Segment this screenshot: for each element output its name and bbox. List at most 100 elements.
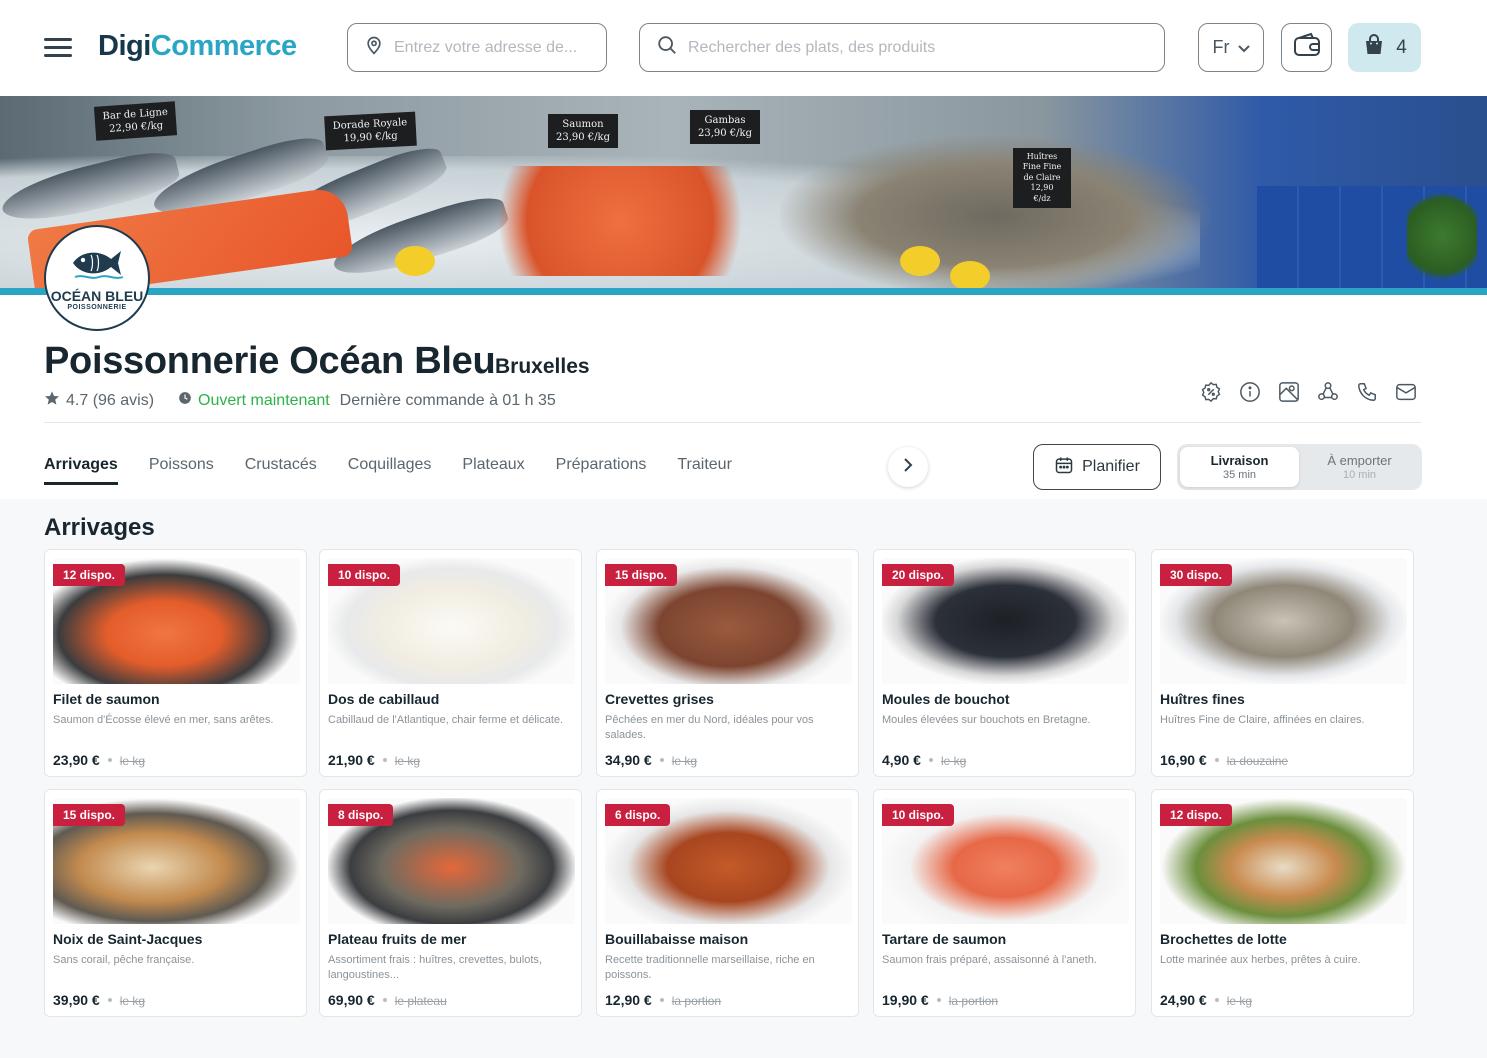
product-price: 16,90 € [1160,752,1207,768]
product-name[interactable]: Tartare de saumon [882,931,1006,947]
product-price: 23,90 € [53,752,100,768]
product-name[interactable]: Crevettes grises [605,691,714,707]
product-card-plateau-fruits-de-mer[interactable]: 8 dispo. Plateau fruits de mer Assortiment… [319,789,582,1017]
price-unit: la douzaine [1226,754,1289,768]
tab-coquillages[interactable]: Coquillages [348,456,432,485]
price-unit: le kg [671,754,698,768]
product-name[interactable]: Brochettes de lotte [1160,931,1287,947]
address-field[interactable] [347,23,607,72]
tab-preparations[interactable]: Préparations [556,456,647,485]
separator-dot [659,998,664,1003]
tab-traiteur[interactable]: Traiteur [677,456,732,485]
price-unit: le kg [394,754,421,768]
search-input[interactable] [688,38,1164,57]
stock-badge: 20 dispo. [882,564,955,586]
product-price-row: 69,90 € le plateau [328,992,447,1008]
product-name[interactable]: Filet de saumon [53,691,160,707]
pickup-time: 10 min [1342,469,1377,481]
tabs-next-button[interactable] [888,447,928,487]
product-price: 19,90 € [882,992,929,1008]
product-card-filet-de-saumon[interactable]: 12 dispo. Filet de saumon Saumon d'Écosse … [44,549,307,777]
product-card-moules-de-bouchot[interactable]: 20 dispo. Moules de bouchot Moules élevées… [873,549,1136,777]
calendar-icon [1054,455,1074,480]
separator-dot [1214,758,1219,763]
schedule-label: Planifier [1082,458,1140,475]
stock-badge: 8 dispo. [328,804,394,826]
menu-icon[interactable] [44,38,72,58]
shrimp-image [460,166,780,276]
product-price-row: 12,90 € la portion [605,992,721,1008]
product-name[interactable]: Dos de cabillaud [328,691,439,707]
product-name[interactable]: Moules de bouchot [882,691,1010,707]
language-selector[interactable]: Fr [1198,23,1264,72]
fish-logo-icon [69,245,125,286]
product-price: 39,90 € [53,992,100,1008]
product-price: 69,90 € [328,992,375,1008]
product-name[interactable]: Noix de Saint-Jacques [53,931,202,947]
phone-icon[interactable] [1356,381,1378,403]
delivery-time: 35 min [1222,469,1257,481]
product-price-row: 21,90 € le kg [328,752,420,768]
price-tag: Huîtres Fine Fine de Claire 12,90 €/dz [1013,148,1071,208]
section-title: Arrivages [44,514,155,541]
product-price-row: 19,90 € la portion [882,992,998,1008]
product-card-dos-de-cabillaud[interactable]: 10 dispo. Dos de cabillaud Cabillaud de l'… [319,549,582,777]
product-price: 24,90 € [1160,992,1207,1008]
tab-plateaux[interactable]: Plateaux [462,456,524,485]
product-card-huitres-fines[interactable]: 30 dispo. Huîtres fines Huîtres Fine de Cl… [1151,549,1414,777]
product-card-brochettes-de-lotte[interactable]: 12 dispo. Brochettes de lotte Lotte mariné… [1151,789,1414,1017]
lemon-image [950,261,990,291]
product-price-row: 16,90 € la douzaine [1160,752,1288,768]
banner-accent-line [0,288,1487,295]
lemon-image [395,246,435,276]
separator-dot [382,998,387,1003]
price-tag: Gambas 23,90 €/kg [690,110,760,144]
product-price: 12,90 € [605,992,652,1008]
open-status: Ouvert maintenant [198,391,330,409]
brand-subtitle: POISSONNERIE [67,304,127,311]
rating[interactable]: 4.7 (96 avis) [66,392,154,410]
price-unit: le kg [940,754,967,768]
shop-meta: 4.7 (96 avis) Ouvert maintenant Dernière… [44,390,556,411]
delivery-label: Livraison [1210,453,1269,468]
map-icon[interactable] [1278,381,1300,403]
lemon-image [900,246,940,276]
share-icon[interactable] [1317,381,1339,403]
shop-logo: OCÉAN BLEU POISSONNERIE [44,225,150,331]
product-card-noix-de-saint-jacques[interactable]: 15 dispo. Noix de Saint-Jacques Sans corai… [44,789,307,1017]
discount-badge-icon[interactable] [1200,381,1222,403]
logo[interactable]: DigiCommerce [98,30,297,63]
shop-info-panel: Poissonnerie Océan Bleu Bruxelles 4.7 (9… [0,295,1487,499]
tab-poissons[interactable]: Poissons [149,456,214,485]
delivery-option[interactable]: Livraison 35 min [1180,447,1299,487]
tab-crustaces[interactable]: Crustacés [245,456,317,485]
address-input[interactable] [394,38,606,57]
product-card-crevettes-grises[interactable]: 15 dispo. Crevettes grises Pêchées en mer … [596,549,859,777]
product-card-bouillabaisse-maison[interactable]: 6 dispo. Bouillabaisse maison Recette trad… [596,789,859,1017]
language-label: Fr [1212,37,1230,57]
wallet-button[interactable] [1281,23,1332,72]
shopping-bag-icon [1362,33,1386,63]
logo-text-digi: Digi [98,30,151,62]
product-name[interactable]: Bouillabaisse maison [605,931,748,947]
cart-button[interactable]: 4 [1348,23,1421,72]
product-description: Sans corail, pêche française. [53,954,195,966]
product-name[interactable]: Huîtres fines [1160,691,1245,707]
search-field[interactable] [639,23,1165,72]
product-name[interactable]: Plateau fruits de mer [328,931,467,947]
schedule-button[interactable]: Planifier [1033,444,1161,490]
stock-badge: 30 dispo. [1160,564,1233,586]
stock-badge: 15 dispo. [53,804,126,826]
pickup-option[interactable]: À emporter 10 min [1300,447,1419,487]
info-icon[interactable] [1239,381,1261,403]
category-tabs: Arrivages Poissons Crustacés Coquillages… [44,456,732,485]
stock-badge: 6 dispo. [605,804,671,826]
shop-name: Poissonnerie Océan Bleu [44,340,496,382]
product-price-row: 4,90 € le kg [882,752,966,768]
shop-city: Bruxelles [495,355,590,378]
tab-arrivages[interactable]: Arrivages [44,456,118,485]
product-description: Cabillaud de l'Atlantique, chair ferme e… [328,714,564,726]
mail-icon[interactable] [1395,381,1417,403]
product-card-tartare-de-saumon[interactable]: 10 dispo. Tartare de saumon Saumon frais p… [873,789,1136,1017]
price-tag: Bar de Ligne 22,90 €/kg [93,101,178,141]
